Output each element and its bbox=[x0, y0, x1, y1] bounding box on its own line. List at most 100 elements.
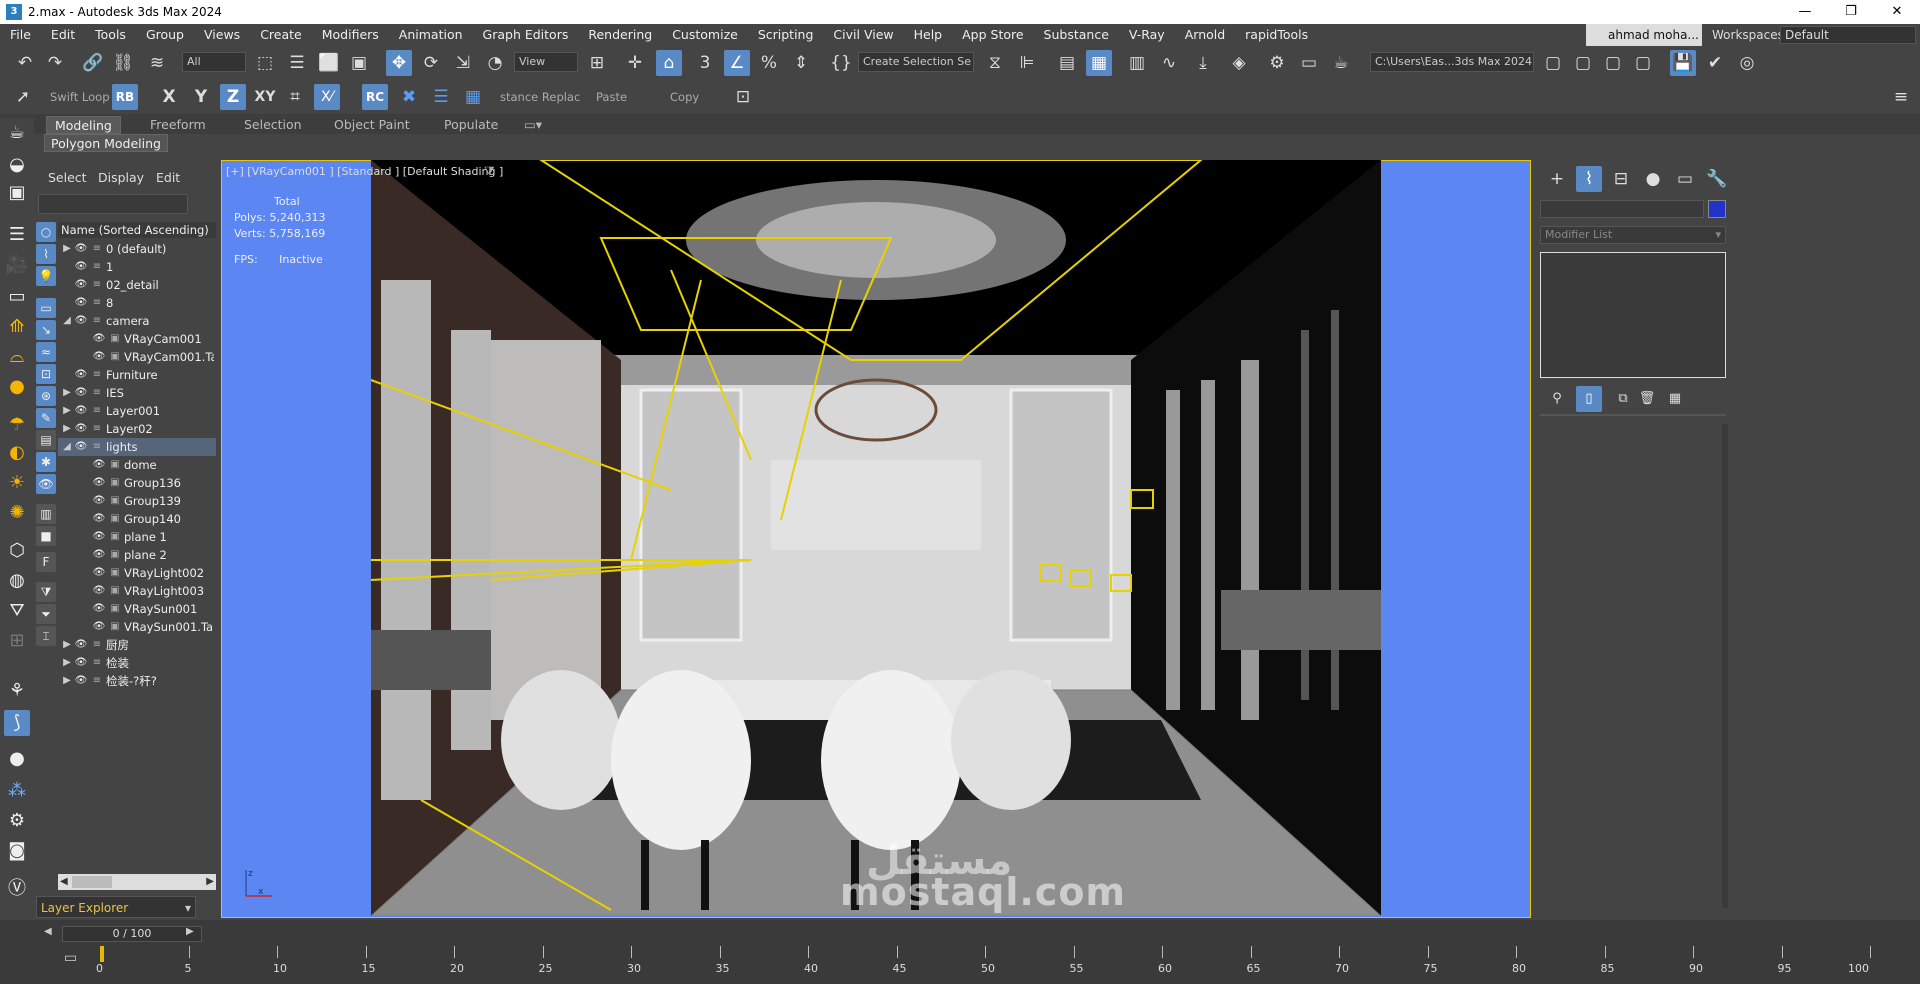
explorer-row[interactable]: 👁 ▣ plane 2 bbox=[58, 546, 216, 564]
show-end-result-icon[interactable]: ▯ bbox=[1576, 386, 1602, 412]
explorer-row[interactable]: 👁 ▣ VRayCam001.Tar bbox=[58, 348, 216, 366]
viewport-filter-icon[interactable]: ⧩ bbox=[484, 164, 495, 179]
z-axis-button[interactable]: Z bbox=[220, 84, 246, 110]
bind-spacewarp-icon[interactable]: ≋ bbox=[144, 50, 170, 76]
crop-icon[interactable]: ⌗ bbox=[282, 84, 308, 110]
visibility-eye-icon[interactable]: 👁 bbox=[74, 294, 88, 312]
time-next-icon[interactable]: ▶ bbox=[186, 926, 194, 937]
filter-list-icon[interactable]: ▥ bbox=[36, 504, 56, 524]
current-frame-marker[interactable] bbox=[100, 946, 104, 962]
select-object-icon[interactable]: ⬚ bbox=[252, 50, 278, 76]
motion-tab-icon[interactable]: ● bbox=[1640, 166, 1666, 192]
instance-replace-button[interactable]: stance Replac bbox=[500, 90, 580, 104]
folder-icon[interactable]: ▢ bbox=[1570, 50, 1596, 76]
undo-icon[interactable]: ↶ bbox=[12, 50, 38, 76]
omni-light-icon[interactable]: ● bbox=[4, 374, 30, 400]
hierarchy-tab-icon[interactable]: ⊟ bbox=[1608, 166, 1634, 192]
explorer-row[interactable]: 👁 ▣ VRayLight003 bbox=[58, 582, 216, 600]
menu-modifiers[interactable]: Modifiers bbox=[312, 24, 389, 46]
user-account-button[interactable]: ahmad moha... bbox=[1586, 24, 1702, 46]
explorer-row[interactable]: 👁 ≡ 8 bbox=[58, 294, 216, 312]
tab-selection[interactable]: Selection bbox=[236, 116, 310, 134]
filter-hidden-icon[interactable]: 👁 bbox=[36, 474, 56, 494]
shader-icon[interactable]: ◙ bbox=[4, 838, 30, 864]
filter-funnel-2-icon[interactable]: ⏷ bbox=[36, 604, 56, 624]
visibility-eye-icon[interactable]: 👁 bbox=[74, 258, 88, 276]
align-icon[interactable]: ⊫ bbox=[1014, 50, 1040, 76]
spotlight-icon[interactable]: ⟰ bbox=[4, 314, 30, 340]
folder-new-icon[interactable]: ▢ bbox=[1630, 50, 1656, 76]
menu-substance[interactable]: Substance bbox=[1034, 24, 1119, 46]
save-icon[interactable]: 💾 bbox=[1670, 50, 1696, 76]
filter-lights-icon[interactable]: 💡 bbox=[36, 266, 56, 286]
project-folder-dropdown[interactable]: C:\Users\Eas...3ds Max 2024 bbox=[1370, 52, 1534, 72]
explorer-horizontal-scrollbar[interactable]: ◀ ▶ bbox=[58, 874, 216, 890]
gear-icon[interactable]: ⚙ bbox=[4, 808, 30, 834]
explorer-row[interactable]: 👁 ≡ Furniture bbox=[58, 366, 216, 384]
explorer-row[interactable]: 👁 ▣ Group139 bbox=[58, 492, 216, 510]
minimize-button[interactable]: — bbox=[1782, 0, 1828, 24]
expand-arrow-icon[interactable]: ▶ bbox=[62, 654, 72, 672]
workspace-dropdown[interactable]: Default bbox=[1780, 26, 1916, 44]
visibility-eye-icon[interactable]: 👁 bbox=[92, 492, 106, 510]
explorer-row[interactable]: 👁 ≡ 02_detail bbox=[58, 276, 216, 294]
tab-object-paint[interactable]: Object Paint bbox=[326, 116, 418, 134]
scroll-thumb[interactable] bbox=[72, 876, 112, 888]
visibility-eye-icon[interactable]: 👁 bbox=[74, 402, 88, 420]
menu-scripting[interactable]: Scripting bbox=[748, 24, 824, 46]
explorer-row[interactable]: ▶ 👁 ≡ 检装 bbox=[58, 654, 216, 672]
filter-square-icon[interactable]: ■ bbox=[36, 526, 56, 546]
filter-cameras-icon[interactable]: ▭ bbox=[36, 298, 56, 318]
angle-snap-icon[interactable]: ∠ bbox=[724, 50, 750, 76]
render-production-icon[interactable]: ☕ bbox=[1328, 50, 1354, 76]
area-light-icon[interactable]: ⌓ bbox=[4, 344, 30, 370]
sync-icon[interactable]: ◎ bbox=[1734, 50, 1760, 76]
screen-icon[interactable]: ▭ bbox=[4, 284, 30, 310]
render-setup-icon[interactable]: ⚙ bbox=[1264, 50, 1290, 76]
explorer-row[interactable]: 👁 ▣ VRaySun001.Targ bbox=[58, 618, 216, 636]
sphere-icon[interactable]: ◒ bbox=[4, 152, 30, 178]
snaps-toggle-icon[interactable]: 3 bbox=[692, 50, 718, 76]
filter-spacewarps-icon[interactable]: ≈ bbox=[36, 342, 56, 362]
mirror-icon[interactable]: ⧖ bbox=[982, 50, 1008, 76]
menu-views[interactable]: Views bbox=[194, 24, 250, 46]
explorer-search-input[interactable] bbox=[38, 194, 188, 214]
grid-icon[interactable]: ▦ bbox=[460, 84, 486, 110]
reference-coordinate-dropdown[interactable]: View bbox=[514, 52, 578, 72]
explorer-menu-select[interactable]: Select bbox=[48, 170, 87, 185]
expand-arrow-icon[interactable]: ◢ bbox=[62, 312, 72, 330]
filter-xrefs-icon[interactable]: ⊛ bbox=[36, 386, 56, 406]
select-by-name-icon[interactable]: ☰ bbox=[284, 50, 310, 76]
spinner-snap-icon[interactable]: ⇕ bbox=[788, 50, 814, 76]
rb-button[interactable]: RB bbox=[112, 84, 138, 110]
explorer-row[interactable]: ▶ 👁 ≡ 厨房 bbox=[58, 636, 216, 654]
expand-arrow-icon[interactable]: ▶ bbox=[62, 420, 72, 438]
pin-stack-icon[interactable]: ⚲ bbox=[1544, 386, 1570, 412]
explorer-row[interactable]: ▶ 👁 ≡ 0 (default) bbox=[58, 240, 216, 258]
ribbon-toggle-icon[interactable]: ▥ bbox=[1124, 50, 1150, 76]
ribbon-options-icon[interactable]: ▭▾ bbox=[516, 116, 550, 134]
menu-rapidtools[interactable]: rapidTools bbox=[1235, 24, 1318, 46]
filter-helpers-icon[interactable]: ↘ bbox=[36, 320, 56, 340]
visibility-eye-icon[interactable]: 👁 bbox=[74, 438, 88, 456]
display-tab-icon[interactable]: ▭ bbox=[1672, 166, 1698, 192]
visibility-eye-icon[interactable]: 👁 bbox=[74, 672, 88, 690]
sun-icon[interactable]: ☀ bbox=[4, 470, 30, 496]
menu-animation[interactable]: Animation bbox=[389, 24, 473, 46]
box-icon[interactable]: ▣ bbox=[4, 180, 30, 206]
vray-logo-icon[interactable]: Ⓥ bbox=[4, 876, 30, 902]
expand-arrow-icon[interactable]: ▶ bbox=[62, 636, 72, 654]
select-manipulate-icon[interactable]: ✛ bbox=[622, 50, 648, 76]
layer-explorer-dropdown[interactable]: Layer Explorer ▾ bbox=[36, 896, 196, 918]
place-icon[interactable]: ◔ bbox=[482, 50, 508, 76]
move-icon[interactable]: ✥ bbox=[386, 50, 412, 76]
rc-button[interactable]: RC bbox=[362, 84, 388, 110]
menu-group[interactable]: Group bbox=[136, 24, 194, 46]
visibility-eye-icon[interactable]: 👁 bbox=[92, 582, 106, 600]
filter-frozen-icon[interactable]: ✱ bbox=[36, 452, 56, 472]
visibility-eye-icon[interactable]: 👁 bbox=[92, 330, 106, 348]
unlink-icon[interactable]: ⛓ bbox=[110, 50, 136, 76]
utilities-tab-icon[interactable]: 🔧 bbox=[1704, 166, 1730, 192]
track-bar[interactable]: 0 5 10 15 20 25 30 35 40 45 50 55 60 65 70 75 80 85 90 95 10… bbox=[96, 946, 1876, 984]
viewport-render-scene[interactable] bbox=[371, 160, 1381, 916]
